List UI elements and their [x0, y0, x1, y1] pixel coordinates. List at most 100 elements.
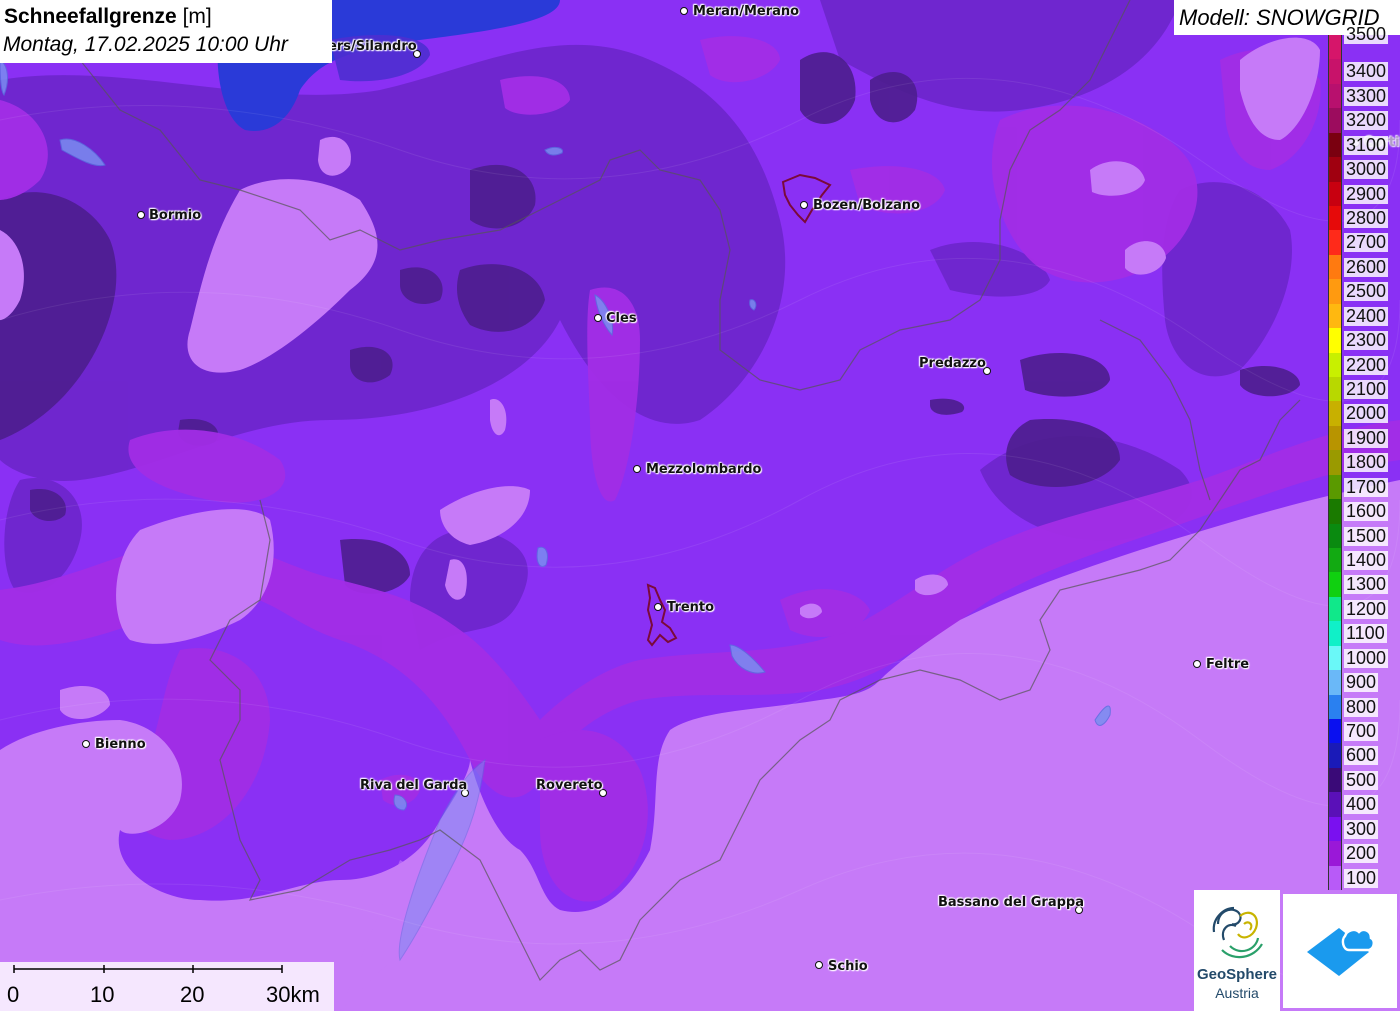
legend-swatch — [1328, 621, 1342, 646]
legend-swatch — [1328, 719, 1342, 744]
legend-entry: 800 — [1328, 694, 1400, 719]
legend-entry: 300 — [1328, 816, 1400, 842]
legend-swatch — [1328, 792, 1342, 817]
legend-label: 3500 — [1344, 24, 1389, 44]
legend-entry: 1800 — [1328, 450, 1400, 475]
legend-label: 700 — [1344, 721, 1379, 741]
legend-label: 300 — [1344, 818, 1379, 839]
legend-label: 1900 — [1344, 427, 1389, 448]
legend-label: 3200 — [1344, 110, 1389, 131]
city-label: Bormio — [149, 208, 202, 223]
legend-swatch — [1328, 303, 1342, 329]
legend-label: 3400 — [1344, 61, 1389, 82]
legend-entry: 2800 — [1328, 206, 1400, 231]
legend-label: 3000 — [1344, 159, 1389, 180]
geosphere-logo-icon — [1212, 906, 1263, 959]
legend-swatch — [1328, 132, 1342, 158]
legend-entry: 1400 — [1328, 548, 1400, 573]
legend-swatch — [1328, 596, 1342, 622]
legend-entry: 2500 — [1328, 279, 1400, 304]
city-label: Bienno — [95, 737, 146, 752]
legend-swatch — [1328, 523, 1342, 548]
legend-label: 1200 — [1344, 598, 1389, 619]
legend-swatch — [1328, 328, 1342, 353]
city-dot — [82, 740, 90, 748]
city-label: Trento — [667, 600, 715, 615]
legend-swatch — [1328, 548, 1342, 573]
variable-name: Schneefallgrenze — [4, 5, 177, 28]
legend-swatch — [1328, 401, 1342, 426]
legend-entry: 2000 — [1328, 401, 1400, 426]
city-dot — [654, 603, 662, 611]
legend-entry: 2300 — [1328, 328, 1400, 353]
legend-swatch — [1328, 645, 1342, 671]
cloud-diamond-logo-icon — [1307, 928, 1375, 976]
legend-swatch — [1328, 425, 1342, 451]
map-title-box: Schneefallgrenze [m] Montag, 17.02.2025 … — [0, 0, 332, 63]
city-dot — [633, 465, 641, 473]
legend-label: 2000 — [1344, 403, 1389, 424]
scale-label: 10 — [90, 982, 115, 1007]
legend-entry: 2400 — [1328, 303, 1400, 329]
city-label: Meran/Merano — [693, 4, 800, 19]
legend-entry: 2100 — [1328, 377, 1400, 402]
legend-entry: 3200 — [1328, 108, 1400, 133]
city-label: Cles — [606, 311, 637, 326]
legend-label: 3100 — [1344, 134, 1389, 155]
city-dot — [680, 7, 688, 15]
geosphere-logo[interactable]: GeoSphere Austria — [1194, 890, 1280, 1011]
legend-label: 800 — [1344, 696, 1379, 717]
legend-swatch — [1328, 108, 1342, 133]
legend-entry: 400 — [1328, 792, 1400, 817]
legend-label: 200 — [1344, 843, 1379, 864]
legend-swatch — [1328, 59, 1342, 84]
legend-swatch — [1328, 816, 1342, 842]
city-label: Schio — [828, 959, 868, 974]
legend-entry: 2700 — [1328, 230, 1400, 255]
legend-swatch — [1328, 35, 1342, 60]
legend-label: 1500 — [1344, 525, 1389, 546]
geosphere-name: GeoSphere — [1196, 966, 1278, 983]
legend-swatch — [1328, 83, 1342, 109]
legend-label: 2800 — [1344, 208, 1389, 228]
legend-entry: 3000 — [1328, 157, 1400, 182]
legend-entry: 1100 — [1328, 621, 1400, 646]
city-label: ers/Silandro — [328, 39, 417, 54]
legend-swatch — [1328, 279, 1342, 304]
legend-entry: 1500 — [1328, 523, 1400, 548]
legend-entry: 900 — [1328, 670, 1400, 695]
legend-label: 2600 — [1344, 256, 1389, 277]
legend-swatch — [1328, 694, 1342, 719]
legend-swatch — [1328, 377, 1342, 402]
legend-entry: 3400 — [1328, 59, 1400, 84]
scale-label: 0 — [7, 982, 20, 1007]
city-dot — [800, 201, 808, 209]
legend-entry: 1700 — [1328, 474, 1400, 500]
scale-label: 30km — [266, 982, 320, 1007]
legend-label: 1700 — [1344, 476, 1389, 497]
legend-entry: 1900 — [1328, 425, 1400, 451]
legend-label: 500 — [1344, 769, 1379, 790]
legend-swatch — [1328, 841, 1342, 866]
legend-label: 2100 — [1344, 379, 1389, 399]
legend-swatch — [1328, 572, 1342, 597]
legend-label: 1100 — [1344, 623, 1387, 644]
legend-label: 2700 — [1344, 232, 1389, 253]
legend-label: 2900 — [1344, 183, 1389, 204]
scale-bar-line — [13, 965, 283, 973]
legend-entry: 2600 — [1328, 254, 1400, 280]
city-label: Mezzolombardo — [646, 462, 762, 477]
city-label: Riva del Garda — [360, 778, 468, 793]
legend-entry: 600 — [1328, 743, 1400, 768]
legend-swatch — [1328, 450, 1342, 475]
legend-swatch — [1328, 474, 1342, 500]
legend-swatch — [1328, 352, 1342, 377]
city-dot — [815, 961, 823, 969]
app-logo[interactable] — [1283, 894, 1397, 1008]
legend-label: 100 — [1344, 867, 1379, 888]
legend-label: 3300 — [1344, 85, 1389, 106]
snowline-map[interactable] — [0, 0, 1400, 1011]
legend-label: 1300 — [1344, 574, 1389, 595]
legend-swatch — [1328, 865, 1342, 890]
legend-label: 2300 — [1344, 330, 1389, 351]
